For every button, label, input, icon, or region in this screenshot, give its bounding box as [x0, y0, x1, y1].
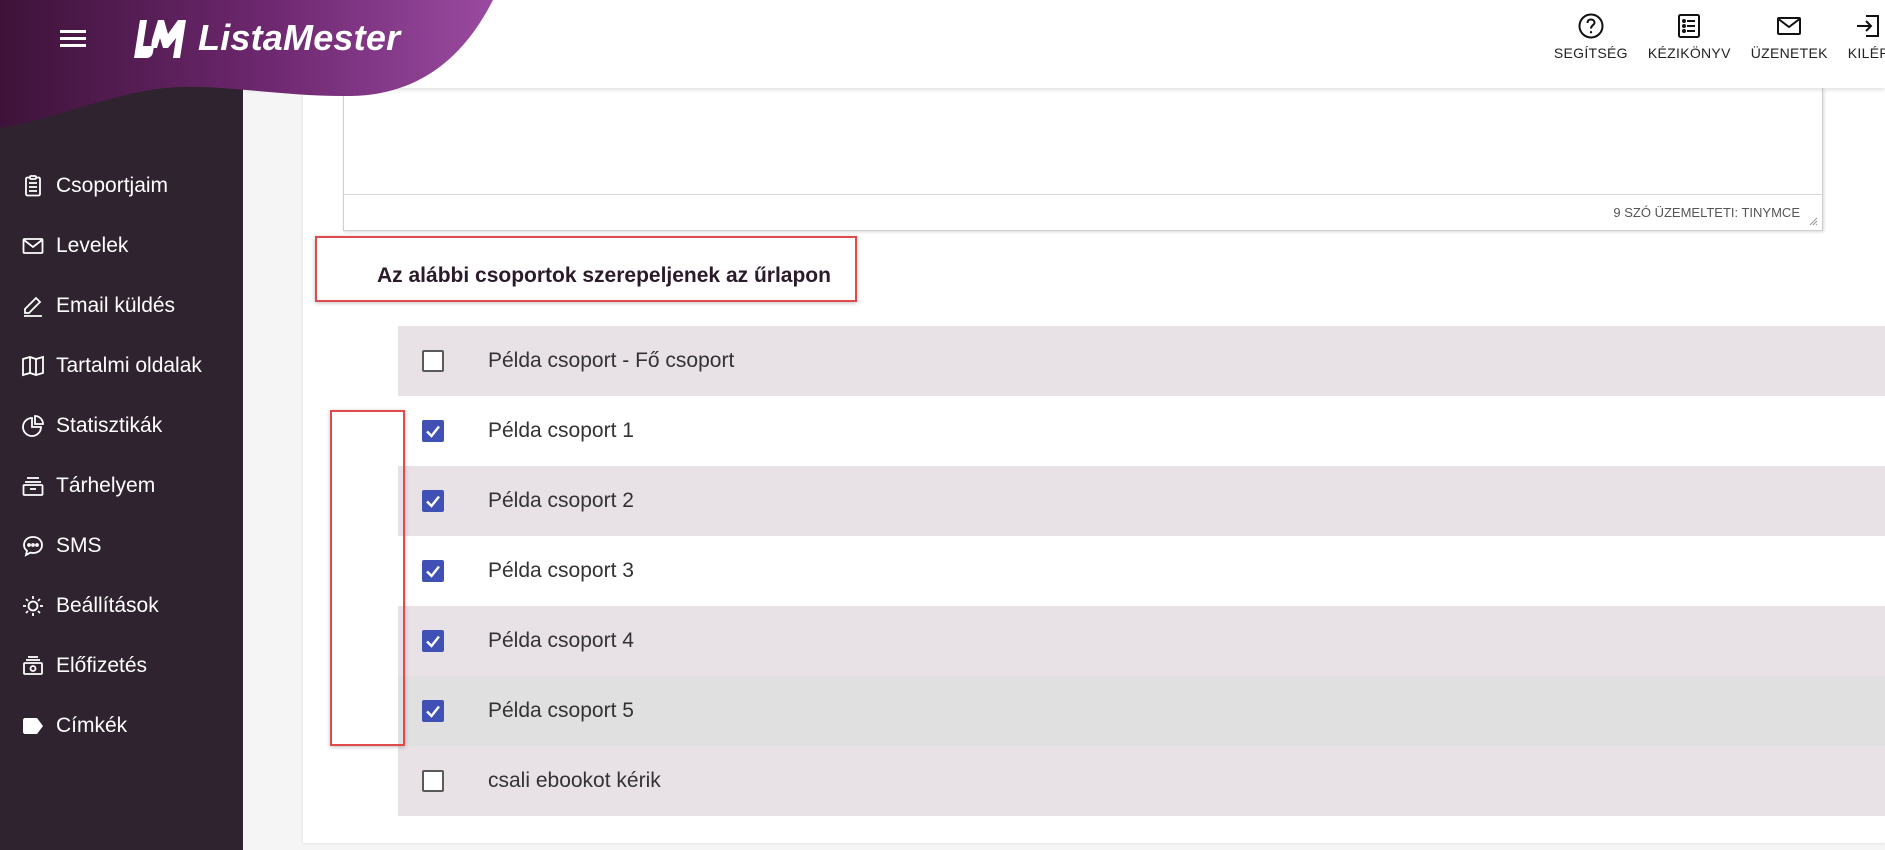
group-label: Példa csoport 5	[488, 699, 634, 722]
sidebar-item-beallitasok[interactable]: Beállítások	[0, 576, 243, 636]
sidebar-item-label: SMS	[56, 534, 102, 557]
sidebar-item-csoportjaim[interactable]: Csoportjaim	[0, 156, 243, 216]
group-row[interactable]: Példa csoport 2	[398, 466, 1885, 536]
sidebar-item-label: Előfizetés	[56, 654, 148, 677]
group-row[interactable]: Példa csoport 3	[398, 536, 1885, 606]
gear-icon	[20, 593, 46, 619]
rich-text-editor[interactable]: 9 SZÓ ÜZEMELTETI: TINYMCE	[343, 88, 1823, 231]
sidebar-item-label: Statisztikák	[56, 414, 163, 437]
group-label: Példa csoport - Fő csoport	[488, 349, 735, 372]
sidebar-item-tartalmi-oldalak[interactable]: Tartalmi oldalak	[0, 336, 243, 396]
group-checkbox[interactable]	[422, 630, 444, 652]
app-logo[interactable]: ListaMester	[130, 14, 400, 62]
group-label: Példa csoport 4	[488, 629, 634, 652]
group-label: csali ebookot kérik	[488, 769, 661, 792]
pen-icon	[20, 293, 46, 319]
editor-status-bar: 9 SZÓ ÜZEMELTETI: TINYMCE	[344, 194, 1822, 230]
sidebar-nav: Csoportjaim Levelek Email küldés Tartalm…	[0, 156, 243, 756]
checkmark-icon	[426, 635, 440, 648]
sidebar-item-elofizetes[interactable]: Előfizetés	[0, 636, 243, 696]
help-button[interactable]: SEGÍTSÉG	[1554, 12, 1628, 61]
messages-label: ÜZENETEK	[1750, 45, 1828, 61]
sidebar-item-statisztikak[interactable]: Statisztikák	[0, 396, 243, 456]
logout-label: KILÉP	[1847, 45, 1885, 61]
group-row[interactable]: Példa csoport - Fő csoport	[398, 326, 1885, 396]
group-label: Példa csoport 1	[488, 419, 634, 442]
checkmark-icon	[426, 495, 440, 508]
help-label: SEGÍTSÉG	[1553, 45, 1628, 61]
sidebar-item-email-kuldes[interactable]: Email küldés	[0, 276, 243, 336]
sidebar-item-cimkek[interactable]: Címkék	[0, 696, 243, 756]
chat-bubble-icon	[20, 533, 46, 559]
editor-status-text: 9 SZÓ ÜZEMELTETI: TINYMCE	[1613, 205, 1800, 220]
top-actions: SEGÍTSÉG KÉZIKÖNYV ÜZENETEK KILÉP	[1534, 12, 1885, 61]
form-card: 9 SZÓ ÜZEMELTETI: TINYMCE Az alábbi csop…	[303, 88, 1885, 843]
manual-button[interactable]: KÉZIKÖNYV	[1648, 12, 1731, 61]
pie-chart-icon	[20, 413, 46, 439]
group-checkbox[interactable]	[422, 350, 444, 372]
cash-icon	[20, 653, 46, 679]
group-checkbox[interactable]	[422, 560, 444, 582]
checkmark-icon	[426, 705, 440, 718]
app-name: ListaMester	[198, 17, 401, 58]
logout-button[interactable]: KILÉP	[1848, 12, 1885, 61]
sidebar-item-label: Csoportjaim	[56, 174, 169, 197]
sidebar-item-label: Levelek	[56, 234, 129, 257]
sidebar-item-sms[interactable]: SMS	[0, 516, 243, 576]
checkmark-icon	[426, 425, 440, 438]
resize-handle-icon[interactable]	[1808, 216, 1818, 226]
menu-toggle-button[interactable]	[55, 20, 91, 56]
sidebar-item-label: Címkék	[56, 714, 128, 737]
sidebar-item-label: Beállítások	[56, 594, 159, 617]
envelope-icon	[1777, 17, 1802, 35]
group-label: Példa csoport 2	[488, 489, 634, 512]
group-row[interactable]: Példa csoport 5	[398, 676, 1885, 746]
group-row[interactable]: Példa csoport 4	[398, 606, 1885, 676]
archive-icon	[20, 473, 46, 499]
sidebar-item-label: Tárhelyem	[56, 474, 156, 497]
manual-label: KÉZIKÖNYV	[1647, 45, 1731, 61]
main-content: 9 SZÓ ÜZEMELTETI: TINYMCE Az alábbi csop…	[243, 88, 1885, 850]
help-circle-icon	[1578, 13, 1604, 39]
group-label: Példa csoport 3	[488, 559, 634, 582]
sidebar-item-label: Tartalmi oldalak	[56, 354, 202, 377]
group-checkbox[interactable]	[422, 420, 444, 442]
groups-section-title: Az alábbi csoportok szerepeljenek az űrl…	[377, 264, 831, 287]
logout-icon	[1857, 15, 1880, 37]
sidebar-item-label: Email küldés	[56, 294, 176, 317]
group-checkbox[interactable]	[422, 770, 444, 792]
sidebar-item-levelek[interactable]: Levelek	[0, 216, 243, 276]
group-checkbox[interactable]	[422, 490, 444, 512]
book-open-icon	[20, 353, 46, 379]
logo-mark-icon	[134, 20, 186, 58]
tag-icon	[20, 713, 46, 739]
hamburger-icon	[60, 30, 86, 47]
clipboard-list-icon	[20, 173, 46, 199]
sidebar-item-tarhelyem[interactable]: Tárhelyem	[0, 456, 243, 516]
group-checkbox[interactable]	[422, 700, 444, 722]
messages-button[interactable]: ÜZENETEK	[1751, 12, 1828, 61]
group-row[interactable]: Példa csoport 1	[398, 396, 1885, 466]
checkmark-icon	[426, 565, 440, 578]
list-document-icon	[1678, 14, 1701, 38]
group-checkbox-list: Példa csoport - Fő csoport Példa csoport…	[398, 326, 1885, 816]
group-row[interactable]: csali ebookot kérik	[398, 746, 1885, 816]
envelope-icon	[20, 233, 46, 259]
